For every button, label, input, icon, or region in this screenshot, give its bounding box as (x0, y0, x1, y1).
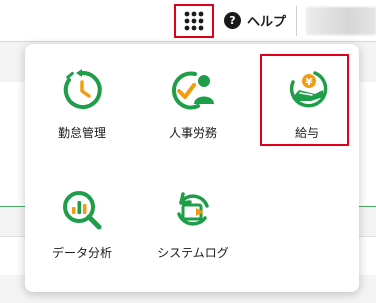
app-grid-icon (184, 11, 204, 31)
top-bar: ? ヘルプ (0, 0, 376, 42)
app-label-hr: 人事労務 (168, 126, 217, 140)
user-menu[interactable] (306, 7, 376, 35)
app-tile-system-log[interactable]: システムログ (150, 184, 236, 272)
help-icon: ? (224, 11, 241, 29)
hr-person-check-icon (171, 71, 214, 110)
payroll-yen-hand-icon: ¥ (289, 71, 328, 108)
app-tile-data-analysis[interactable]: データ分析 (39, 184, 125, 272)
help-link[interactable]: ? ヘルプ (224, 10, 286, 30)
app-label-data-analysis: データ分析 (51, 246, 112, 260)
help-label: ヘルプ (247, 14, 287, 30)
svg-text:¥: ¥ (306, 77, 313, 88)
app-tile-payroll[interactable]: ¥ 給与 (264, 64, 350, 152)
app-launcher-button[interactable] (174, 4, 214, 38)
system-log-icon (177, 192, 209, 226)
app-label-system-log: システムログ (157, 246, 229, 260)
data-analysis-magnifier-icon (63, 191, 102, 230)
app-label-payroll: 給与 (294, 126, 319, 140)
app-launcher-panel: 勤怠管理 人事労務 ¥ 給与 データ分析 システムログ (25, 44, 359, 292)
header-divider (296, 6, 297, 36)
attendance-clock-icon (63, 69, 102, 109)
app-label-attendance: 勤怠管理 (57, 126, 106, 140)
app-tile-attendance[interactable]: 勤怠管理 (39, 64, 125, 152)
app-tile-hr[interactable]: 人事労務 (150, 64, 236, 152)
